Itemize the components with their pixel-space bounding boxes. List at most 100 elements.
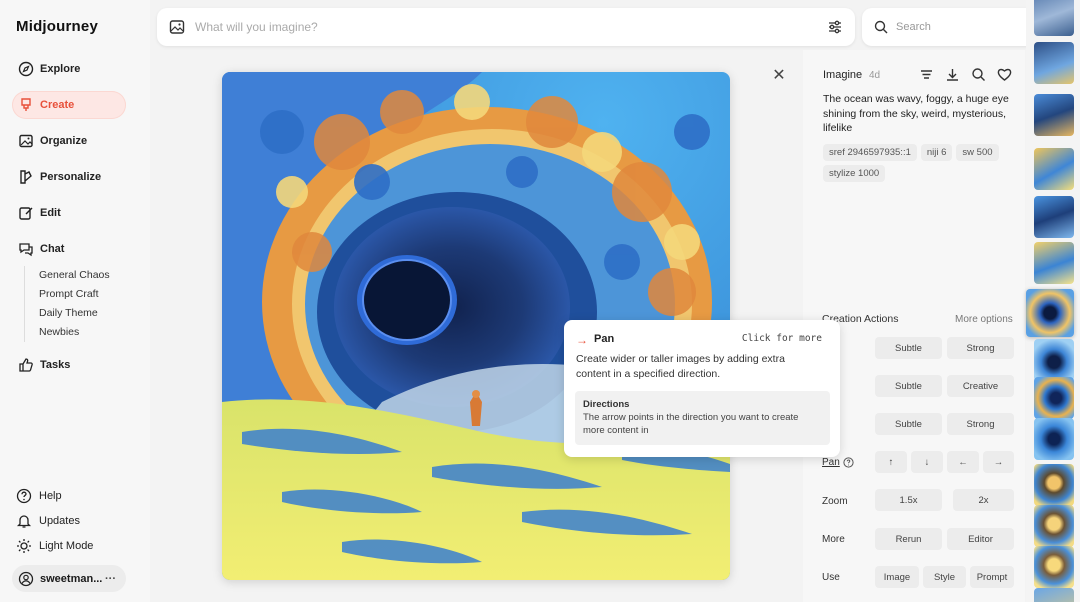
search-bar[interactable]: Search <box>862 8 1048 46</box>
editor-button[interactable]: Editor <box>947 528 1014 550</box>
image-icon <box>18 133 34 149</box>
sidebar-item-create[interactable]: Create <box>12 91 126 119</box>
pan-tooltip: → Pan Click for more Create wider or tal… <box>564 320 840 457</box>
sidebar: Midjourney Explore Create Organize Perso… <box>0 0 150 602</box>
search-similar-icon[interactable] <box>970 66 987 83</box>
parameter-tag[interactable]: stylize 1000 <box>823 165 886 182</box>
thumbnail[interactable] <box>1034 94 1074 136</box>
prompt-bar[interactable]: What will you imagine? <box>157 8 855 46</box>
thumbnail[interactable] <box>1034 148 1074 190</box>
more-label: More <box>822 534 845 545</box>
pan-right-button[interactable]: → <box>983 451 1014 473</box>
pan-down-button[interactable]: ↓ <box>911 451 943 473</box>
help-circle-icon[interactable] <box>843 457 854 468</box>
close-icon[interactable]: ✕ <box>770 66 788 84</box>
thumbs-up-icon <box>18 357 34 373</box>
updates-link[interactable]: Updates <box>16 513 80 529</box>
use-label: Use <box>822 572 840 583</box>
thumbnail-selected[interactable] <box>1026 289 1074 337</box>
sidebar-item-label: Personalize <box>40 171 102 183</box>
pan-label-text: Pan <box>822 457 840 468</box>
thumbnail[interactable] <box>1034 588 1074 602</box>
more-options-link[interactable]: More options <box>955 314 1013 325</box>
thumbnail-strip <box>1026 0 1080 602</box>
sidebar-item-label: Edit <box>40 207 61 219</box>
parameter-tag[interactable]: sref 2946597935::1 <box>823 144 917 161</box>
sidebar-item-label: Create <box>40 99 75 111</box>
upscale-subtle-button[interactable]: Subtle <box>875 375 942 397</box>
sidebar-item-personalize[interactable]: Personalize <box>12 163 126 191</box>
more-icon[interactable]: ··· <box>105 573 116 585</box>
pan-label[interactable]: Pan <box>822 457 854 468</box>
chat-channel-list: General Chaos Prompt Craft Daily Theme N… <box>24 266 110 342</box>
thumbnail[interactable] <box>1034 418 1074 460</box>
tooltip-box-text: The arrow points in the direction you wa… <box>583 412 799 436</box>
parameter-tag[interactable]: sw 500 <box>956 144 999 161</box>
settings-sliders-icon[interactable] <box>827 19 843 35</box>
sidebar-item-label: Explore <box>40 63 81 75</box>
use-image-button[interactable]: Image <box>875 566 919 588</box>
chat-channel-daily-theme[interactable]: Daily Theme <box>39 304 110 323</box>
sidebar-item-label: Chat <box>40 243 65 255</box>
sidebar-item-explore[interactable]: Explore <box>12 55 126 83</box>
help-icon <box>16 488 32 504</box>
list-icon[interactable] <box>918 66 935 83</box>
vary-subtle-button[interactable]: Subtle <box>875 337 942 359</box>
use-style-button[interactable]: Style <box>923 566 966 588</box>
bell-icon <box>16 513 32 529</box>
remix-subtle-button[interactable]: Subtle <box>875 413 942 435</box>
light-mode-label: Light Mode <box>39 540 94 552</box>
vary-strong-button[interactable]: Strong <box>947 337 1014 359</box>
sidebar-item-label: Organize <box>40 135 88 147</box>
parameter-tag[interactable]: niji 6 <box>920 144 953 161</box>
thumbnail[interactable] <box>1034 339 1074 381</box>
zoom-2x-button[interactable]: 2x <box>953 489 1014 511</box>
tooltip-hint[interactable]: Click for more <box>742 333 822 344</box>
chat-channel-newbies[interactable]: Newbies <box>39 323 110 342</box>
prompt-text[interactable]: The ocean was wavy, foggy, a huge eye sh… <box>823 92 1018 136</box>
thumbnail[interactable] <box>1034 42 1074 84</box>
thumbnail[interactable] <box>1034 0 1074 36</box>
edit-icon <box>18 205 34 221</box>
tooltip-directions-box: Directions The arrow points in the direc… <box>575 391 830 445</box>
remix-strong-button[interactable]: Strong <box>947 413 1014 435</box>
use-prompt-button[interactable]: Prompt <box>970 566 1014 588</box>
thumbnail[interactable] <box>1034 546 1074 588</box>
pan-up-button[interactable]: ↑ <box>875 451 907 473</box>
zoom-label: Zoom <box>822 496 848 507</box>
thumbnail[interactable] <box>1034 242 1074 284</box>
brand-logo[interactable]: Midjourney <box>16 18 98 35</box>
image-upload-icon[interactable] <box>169 19 185 35</box>
thumbnail[interactable] <box>1034 377 1074 419</box>
updates-label: Updates <box>39 515 80 527</box>
zoom-1-5x-button[interactable]: 1.5x <box>875 489 942 511</box>
chat-channel-prompt-craft[interactable]: Prompt Craft <box>39 285 110 304</box>
detail-actions <box>918 66 1013 83</box>
search-input[interactable]: Search <box>896 21 931 33</box>
user-menu[interactable]: sweetman... ··· <box>12 565 126 592</box>
job-type-label: Imagine <box>823 69 863 81</box>
arrow-right-icon: → <box>576 333 588 347</box>
thumbnail[interactable] <box>1034 196 1074 238</box>
tooltip-box-title: Directions <box>583 399 630 410</box>
sidebar-item-edit[interactable]: Edit <box>12 199 126 227</box>
rerun-button[interactable]: Rerun <box>875 528 942 550</box>
sidebar-item-chat[interactable]: Chat <box>12 235 126 263</box>
thumbnail[interactable] <box>1034 464 1074 506</box>
tooltip-title: Pan <box>594 333 615 345</box>
prompt-input[interactable]: What will you imagine? <box>195 20 827 34</box>
chat-channel-general-chaos[interactable]: General Chaos <box>39 266 110 285</box>
pan-left-button[interactable]: ← <box>947 451 979 473</box>
sidebar-item-tasks[interactable]: Tasks <box>12 351 126 379</box>
heart-icon[interactable] <box>996 66 1013 83</box>
job-age: 4d <box>869 70 881 81</box>
help-link[interactable]: Help <box>16 488 62 504</box>
personalize-icon <box>18 169 34 185</box>
download-icon[interactable] <box>944 66 961 83</box>
user-name: sweetman... <box>40 572 103 585</box>
thumbnail[interactable] <box>1034 505 1074 547</box>
brush-icon <box>18 97 34 113</box>
upscale-creative-button[interactable]: Creative <box>947 375 1014 397</box>
sidebar-item-organize[interactable]: Organize <box>12 127 126 155</box>
light-mode-toggle[interactable]: Light Mode <box>16 538 93 554</box>
